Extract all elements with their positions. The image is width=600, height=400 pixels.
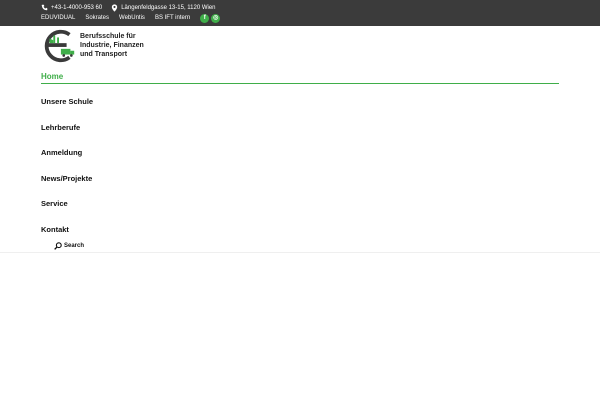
link-sokrates[interactable]: Sokrates	[85, 15, 109, 21]
phone-contact[interactable]: +43-1-4000-953 60	[41, 4, 102, 11]
top-bar: +43-1-4000-953 60 Längenfeldgasse 13-15,…	[0, 0, 600, 26]
instagram-icon[interactable]: ◎	[211, 13, 221, 23]
nav-item-anmeldung[interactable]: Anmeldung	[41, 148, 82, 157]
search-icon	[54, 242, 62, 250]
link-bs-ift-intern[interactable]: BS IFT intern	[155, 15, 190, 21]
brand-line: und Transport	[80, 51, 128, 58]
nav-item-home[interactable]: Home	[41, 70, 559, 84]
social-links: f ◎	[200, 13, 222, 23]
contact-row: +43-1-4000-953 60 Längenfeldgasse 13-15,…	[41, 3, 225, 12]
main-navigation: Home Unsere Schule Lehrberufe Anmeldung …	[41, 70, 559, 234]
quick-links: EDUVIDUAL Sokrates WebUntis BS IFT inter…	[41, 13, 222, 23]
search-label: Search	[64, 243, 85, 249]
address-text: Längenfeldgasse 13-15, 1120 Wien	[121, 4, 216, 11]
link-webuntis[interactable]: WebUntis	[119, 15, 145, 21]
facebook-icon[interactable]: f	[200, 13, 210, 23]
phone-number: +43-1-4000-953 60	[51, 4, 103, 11]
phone-icon	[41, 4, 48, 11]
link-eduvidual[interactable]: EDUVIDUAL	[41, 15, 75, 21]
nav-item-unsere-schule[interactable]: Unsere Schule	[41, 97, 93, 106]
nav-item-lehrberufe[interactable]: Lehrberufe	[41, 123, 80, 132]
header-divider	[0, 252, 600, 253]
address-contact[interactable]: Längenfeldgasse 13-15, 1120 Wien	[111, 3, 216, 12]
search-button[interactable]: Search	[54, 242, 84, 250]
school-logo[interactable]	[40, 27, 78, 65]
nav-item-service[interactable]: Service	[41, 199, 68, 208]
brand-line: Industrie, Finanzen	[80, 42, 144, 49]
brand-name[interactable]: Berufsschule für Industrie, Finanzen und…	[80, 32, 144, 59]
nav-item-news-projekte[interactable]: News/Projekte	[41, 174, 92, 183]
nav-item-kontakt[interactable]: Kontakt	[41, 225, 69, 234]
map-pin-icon	[112, 3, 118, 12]
brand-line: Berufsschule für	[80, 33, 136, 40]
